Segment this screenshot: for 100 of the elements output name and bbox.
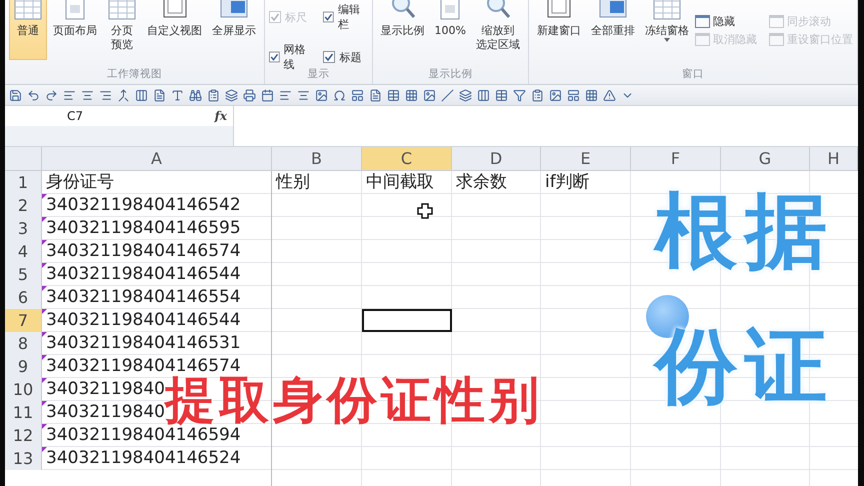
checkbox-label: 标题	[339, 50, 362, 64]
binoculars-icon[interactable]	[189, 88, 202, 102]
table-cell-text: if判断	[544, 171, 591, 194]
column-header[interactable]: D	[452, 147, 541, 171]
save-icon[interactable]	[9, 88, 22, 102]
active-cell[interactable]	[362, 309, 452, 332]
filter-icon[interactable]	[513, 88, 526, 102]
clipboard-icon[interactable]	[531, 88, 544, 102]
group-label: 窗口	[681, 67, 705, 82]
table-cell: 340321198404146544	[42, 263, 272, 286]
column-header[interactable]: G	[721, 147, 810, 171]
layers-icon[interactable]	[225, 88, 238, 102]
table-cell: 340321198404146554	[42, 286, 272, 309]
row-header[interactable]: 12	[5, 424, 42, 447]
omega-icon[interactable]	[333, 88, 346, 102]
table-icon[interactable]	[387, 88, 400, 102]
row-header[interactable]: 3	[5, 217, 42, 240]
grid-sheet-icon	[13, 0, 43, 21]
row-header[interactable]: 8	[5, 332, 42, 355]
ribbon-button[interactable]: 普通	[9, 0, 47, 60]
insert-table-icon[interactable]	[495, 88, 508, 102]
indent-icon[interactable]	[279, 88, 292, 102]
align-center-icon[interactable]	[81, 88, 94, 102]
warning-icon[interactable]	[603, 88, 616, 102]
grid-sheet-icon	[652, 0, 682, 21]
undo-icon[interactable]	[27, 88, 40, 102]
ribbon-button[interactable]: 冻结窗格	[641, 0, 693, 60]
printer-icon[interactable]	[243, 88, 256, 102]
chart-grid-icon[interactable]	[585, 88, 598, 102]
line-icon[interactable]	[441, 88, 454, 102]
grid-sheet-icon	[107, 0, 137, 21]
ribbon-button[interactable]: 分页 预览	[103, 0, 141, 60]
image-icon[interactable]	[423, 88, 436, 102]
row-header[interactable]: 9	[5, 355, 42, 378]
table-cell: 340321198404146595	[42, 217, 272, 240]
checkbox-label: 标尺	[285, 10, 307, 24]
function-button[interactable]: fx	[214, 109, 227, 123]
group-label: 显示	[306, 67, 330, 82]
row-header[interactable]: 4	[5, 240, 42, 263]
window-icon	[769, 14, 784, 28]
ribbon-button[interactable]: 新建窗口	[533, 0, 585, 60]
list-icon[interactable]	[207, 88, 220, 102]
row-header[interactable]: 2	[5, 194, 42, 217]
photo-icon[interactable]	[549, 88, 562, 102]
layout-icon[interactable]	[567, 88, 580, 102]
table-cell-text: 求余数	[455, 171, 508, 194]
checkbox-label: 网格线	[284, 42, 307, 72]
ribbon-button[interactable]: 显示比例	[376, 0, 429, 60]
checkbox-label: 编辑栏	[338, 2, 361, 32]
merge-icon[interactable]	[117, 88, 130, 102]
window-icon	[695, 14, 710, 28]
note-icon[interactable]	[369, 88, 382, 102]
column-header[interactable]: E	[541, 147, 631, 171]
calendar-icon[interactable]	[261, 88, 274, 102]
table-cell-text: 身份证号	[45, 171, 115, 194]
row-header[interactable]: 13	[5, 447, 42, 470]
checkbox[interactable]	[323, 51, 336, 63]
column-header[interactable]: A	[42, 147, 272, 171]
ribbon-button[interactable]: 缩放到 选定区域	[472, 0, 524, 60]
ribbon-button[interactable]: 全屏显示	[208, 0, 260, 60]
column-header[interactable]: F	[631, 147, 721, 171]
formula-input[interactable]	[234, 106, 858, 146]
split-icon[interactable]	[477, 88, 490, 102]
table-cell-text: 中间截取	[365, 171, 435, 194]
align-right-icon[interactable]	[99, 88, 112, 102]
ribbon-small-button[interactable]: 隐藏	[695, 12, 757, 30]
column-header[interactable]: C	[362, 147, 452, 171]
grid-icon[interactable]	[405, 88, 418, 102]
document-icon[interactable]	[153, 88, 166, 102]
row-header[interactable]: 11	[5, 401, 42, 424]
table-cell: 340321198404146524	[42, 447, 272, 470]
checkbox[interactable]	[323, 11, 334, 23]
row-header[interactable]: 7	[5, 309, 42, 332]
title-text: 份证	[655, 322, 835, 412]
row-header[interactable]: 5	[5, 263, 42, 286]
title-text: 根据	[655, 187, 835, 277]
row-header[interactable]: 1	[5, 171, 42, 194]
table-cell: 340321198404146574	[42, 240, 272, 263]
redo-icon[interactable]	[45, 88, 58, 102]
ribbon-button[interactable]: 全部重排	[587, 0, 639, 60]
ribbon-button[interactable]: 页面布局	[49, 0, 101, 60]
checkbox[interactable]	[269, 51, 280, 63]
column-header[interactable]: H	[810, 147, 858, 171]
row-header[interactable]: 10	[5, 378, 42, 401]
table-cell: 340321198404146544	[42, 309, 272, 332]
columns-icon[interactable]	[135, 88, 148, 102]
text-icon[interactable]	[171, 88, 184, 102]
row-header[interactable]: 6	[5, 286, 42, 309]
shapes-icon[interactable]	[459, 88, 472, 102]
ribbon-button[interactable]: 自定义视图	[143, 0, 206, 60]
group-label: 工作簿视图	[106, 67, 163, 82]
align-left-icon[interactable]	[63, 88, 76, 102]
lines-icon[interactable]	[297, 88, 310, 102]
picture-icon[interactable]	[315, 88, 328, 102]
panel-icon[interactable]	[351, 88, 364, 102]
window-icon	[695, 32, 710, 46]
table-cell: 340321198404146594	[42, 424, 272, 447]
name-box[interactable]: C7	[5, 109, 145, 123]
ribbon-button[interactable]: 100%	[430, 0, 470, 60]
column-header[interactable]: B	[272, 147, 362, 171]
